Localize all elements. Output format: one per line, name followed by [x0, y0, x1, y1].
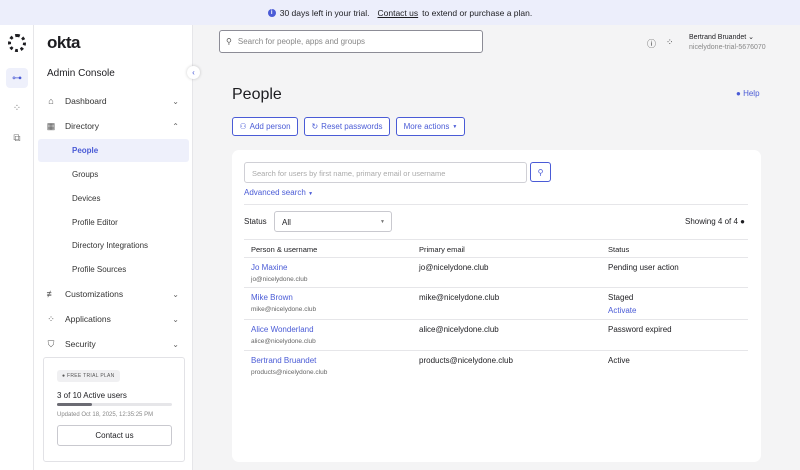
- app-rail: ⊶ ⁘ ⧉: [0, 25, 34, 470]
- status-text: Password expired: [608, 325, 672, 334]
- username: products@nicelydone.club: [251, 369, 328, 376]
- table-row: Alice Wonderland alice@nicelydone.club a…: [244, 320, 748, 351]
- chevron-down-icon: ⌄: [748, 34, 755, 41]
- chevron-down-icon: ⌄: [172, 314, 179, 324]
- trial-card: ● FREE TRIAL PLAN 3 of 10 Active users U…: [43, 357, 185, 462]
- home-icon: ⌂: [48, 96, 54, 106]
- status-text: Active: [608, 356, 630, 365]
- user-search-input[interactable]: Search for users by first name, primary …: [244, 162, 527, 183]
- nav-people[interactable]: People: [38, 139, 189, 162]
- nav-directory[interactable]: ▦ Directory ⌃: [38, 115, 189, 137]
- col-status: Status: [608, 245, 630, 254]
- search-button[interactable]: ⚲: [530, 162, 551, 182]
- add-person-icon: ⚇: [239, 122, 247, 131]
- console-title: Admin Console: [47, 68, 115, 79]
- chevron-up-icon: ⌃: [172, 121, 179, 131]
- person-name-link[interactable]: Alice Wonderland: [251, 325, 314, 334]
- info-icon: i: [267, 8, 276, 17]
- people-card: Search for users by first name, primary …: [232, 150, 761, 462]
- info-icon: ●: [740, 217, 745, 226]
- caret-down-icon: ▼: [452, 123, 458, 130]
- more-actions-button[interactable]: More actions ▼: [396, 117, 465, 136]
- advanced-search-link[interactable]: Advanced search ▼: [244, 188, 313, 197]
- chevron-down-icon: ⌄: [172, 96, 179, 106]
- status-select[interactable]: All ▼: [274, 211, 392, 232]
- status-label: Status: [244, 217, 267, 226]
- col-email: Primary email: [419, 245, 465, 254]
- search-icon: ⚲: [226, 37, 232, 46]
- shield-icon: ⛉: [47, 338, 55, 349]
- primary-email: products@nicelydone.club: [419, 356, 513, 365]
- users-progress: [57, 403, 172, 406]
- primary-email: alice@nicelydone.club: [419, 325, 499, 334]
- add-person-button[interactable]: ⚇ Add person: [232, 117, 298, 136]
- primary-email: jo@nicelydone.club: [419, 263, 489, 272]
- nav-customizations[interactable]: ≢ Customizations ⌄: [38, 283, 189, 305]
- active-users: 3 of 10 Active users: [57, 391, 127, 400]
- username: mike@nicelydone.club: [251, 306, 317, 313]
- activate-link[interactable]: Activate: [608, 306, 636, 315]
- username: jo@nicelydone.club: [251, 276, 308, 283]
- status-text: Pending user action: [608, 263, 679, 272]
- person-name-link[interactable]: Jo Maxine: [251, 263, 287, 272]
- nav-profile-sources[interactable]: Profile Sources: [38, 258, 189, 281]
- person-name-link[interactable]: Bertrand Bruandet: [251, 356, 316, 365]
- collapse-sidebar-button[interactable]: ‹: [187, 66, 200, 79]
- trial-banner: i 30 days left in your trial. Contact us…: [0, 0, 800, 25]
- sliders-icon: ≢: [46, 289, 56, 299]
- nav-profile-editor[interactable]: Profile Editor: [38, 211, 189, 234]
- contact-us-link[interactable]: Contact us: [378, 8, 419, 18]
- okta-logo: okta: [47, 33, 80, 52]
- nav-groups[interactable]: Groups: [38, 163, 189, 186]
- nav-security[interactable]: ⛉ Security ⌄: [38, 333, 189, 355]
- apps-grid-icon[interactable]: ⁘: [6, 98, 28, 118]
- col-person: Person & username: [251, 245, 318, 254]
- trial-badge: ● FREE TRIAL PLAN: [57, 370, 120, 382]
- table-row: Mike Brown mike@nicelydone.club mike@nic…: [244, 288, 748, 320]
- directory-icon: ▦: [46, 120, 56, 131]
- chevron-down-icon: ⌄: [172, 339, 179, 349]
- apps-icon: ⁘: [47, 313, 55, 324]
- reset-passwords-button[interactable]: ↻ Reset passwords: [304, 117, 390, 136]
- help-icon: ●: [736, 89, 741, 98]
- admin-toggle-icon[interactable]: ⊶: [6, 68, 28, 88]
- nav-devices[interactable]: Devices: [38, 187, 189, 210]
- nav-dashboard[interactable]: ⌂ Dashboard ⌄: [38, 90, 189, 112]
- username: alice@nicelydone.club: [251, 338, 316, 345]
- workflow-icon[interactable]: ⧉: [6, 128, 28, 148]
- sidebar: okta Admin Console ⌂ Dashboard ⌄ ▦ Director…: [34, 25, 193, 470]
- nav-applications[interactable]: ⁘ Applications ⌄: [38, 308, 189, 330]
- okta-logo-icon: [8, 34, 26, 52]
- app-switcher-icon[interactable]: ⁘: [666, 37, 674, 48]
- result-count: Showing 4 of 4 ●: [684, 217, 745, 226]
- nav-directory-integrations[interactable]: Directory Integrations: [38, 234, 189, 257]
- chevron-down-icon: ⌄: [172, 289, 179, 299]
- contact-us-button[interactable]: Contact us: [57, 425, 172, 446]
- refresh-icon: ↻: [311, 122, 319, 131]
- updated-time: Updated Oct 18, 2025, 12:35:25 PM: [57, 412, 154, 418]
- help-link[interactable]: ● Help: [736, 89, 760, 98]
- table-row: Bertrand Bruandet products@nicelydone.cl…: [244, 351, 748, 382]
- status-text: Staged: [608, 293, 634, 302]
- table-row: Jo Maxine jo@nicelydone.club jo@nicelydo…: [244, 258, 748, 288]
- page-title: People: [232, 86, 282, 103]
- user-menu[interactable]: Bertrand Bruandet ⌄ nicelydone-trial-5676…: [689, 33, 766, 51]
- person-name-link[interactable]: Mike Brown: [251, 293, 293, 302]
- global-search-input[interactable]: ⚲ Search for people, apps and groups: [219, 30, 483, 53]
- help-icon[interactable]: ⓘ: [647, 37, 656, 50]
- primary-email: mike@nicelydone.club: [419, 293, 500, 302]
